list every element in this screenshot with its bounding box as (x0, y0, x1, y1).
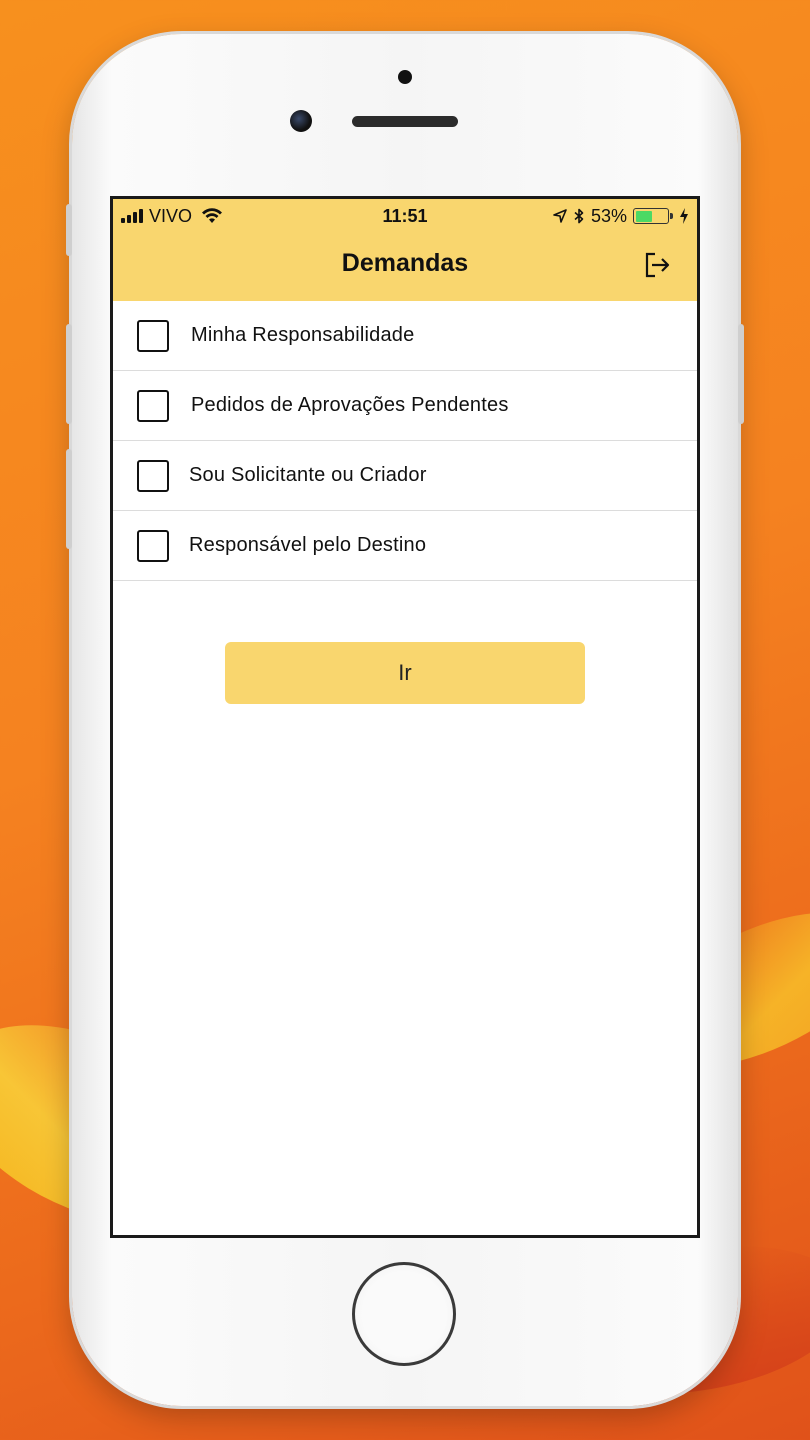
volume-down-button (66, 449, 72, 549)
filter-option[interactable]: Minha Responsabilidade (113, 301, 697, 371)
home-button[interactable] (352, 1262, 456, 1366)
app-screen: VIVO 11:51 53% Demandas Minha Responsabi… (110, 196, 700, 1238)
filter-label: Pedidos de Aprovações Pendentes (191, 394, 509, 416)
status-bar: VIVO 11:51 53% (113, 199, 697, 233)
phone-frame: VIVO 11:51 53% Demandas Minha Responsabi… (66, 34, 744, 1406)
filter-option[interactable]: Pedidos de Aprovações Pendentes (113, 371, 697, 441)
filter-option[interactable]: Sou Solicitante ou Criador (113, 441, 697, 511)
proximity-sensor (398, 70, 412, 84)
wifi-icon (202, 208, 223, 223)
charging-bolt-icon (680, 208, 688, 224)
checkbox[interactable] (137, 529, 169, 562)
earpiece-speaker (352, 116, 458, 127)
bluetooth-icon (574, 208, 584, 224)
checkbox[interactable] (137, 389, 169, 422)
checkbox[interactable] (137, 319, 169, 352)
filter-label: Sou Solicitante ou Criador (189, 464, 427, 486)
filter-option[interactable]: Responsável pelo Destino (113, 511, 697, 581)
power-button (738, 324, 744, 424)
location-arrow-icon (553, 209, 567, 223)
logout-icon[interactable] (643, 251, 671, 279)
front-camera (290, 110, 312, 132)
battery-percent: 53% (590, 205, 627, 226)
signal-icon (121, 209, 143, 223)
filter-label: Minha Responsabilidade (191, 324, 415, 346)
go-button[interactable]: Ir (225, 642, 585, 704)
carrier-label: VIVO (149, 205, 193, 226)
battery-icon (633, 208, 673, 224)
volume-up-button (66, 324, 72, 424)
mute-switch (66, 204, 72, 256)
page-title: Demandas (341, 249, 469, 277)
header-bar: VIVO 11:51 53% Demandas (113, 199, 697, 301)
checkbox[interactable] (137, 459, 169, 492)
filter-list: Minha Responsabilidade Pedidos de Aprova… (113, 301, 697, 581)
filter-label: Responsável pelo Destino (189, 534, 427, 556)
